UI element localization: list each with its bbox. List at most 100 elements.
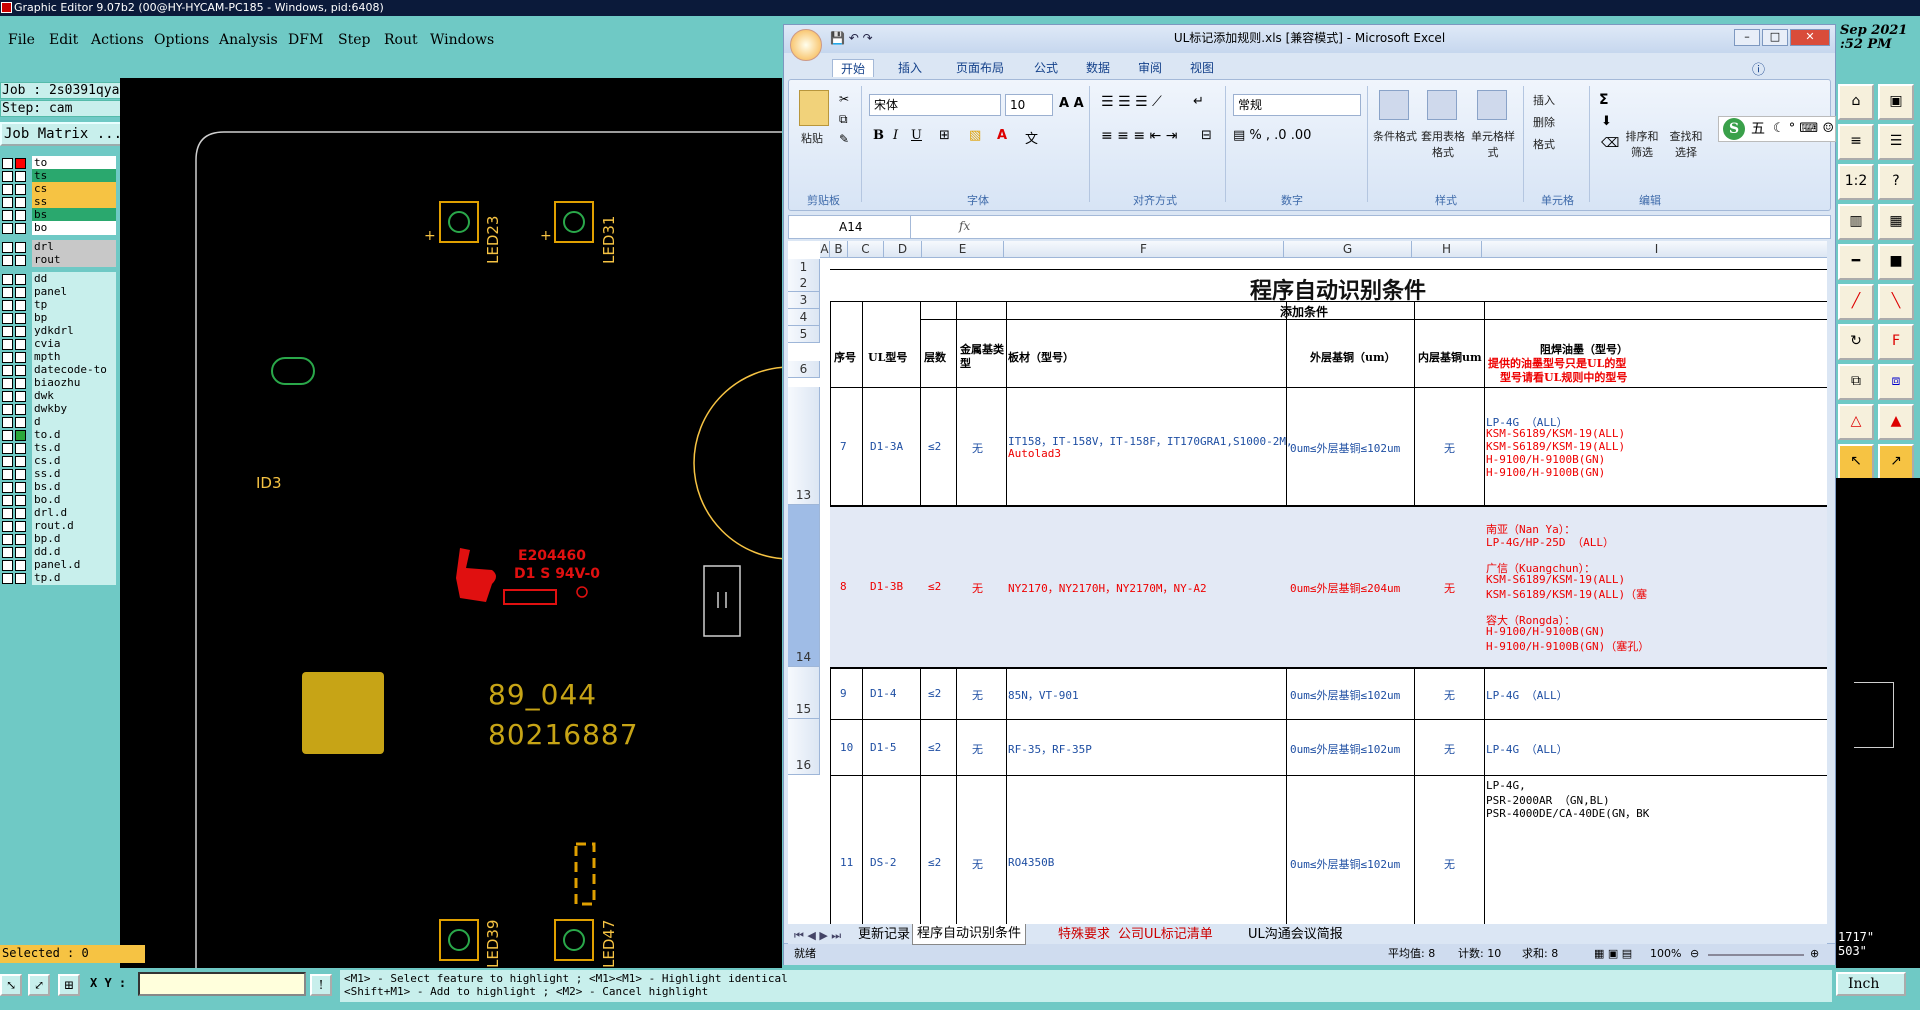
italic-icon[interactable]: I (893, 128, 898, 143)
tab-view[interactable]: 视图 (1190, 59, 1214, 76)
layer-color-swatch[interactable] (15, 242, 26, 253)
row-header[interactable]: 4 (788, 309, 820, 326)
unit-selector[interactable]: Inch (1836, 972, 1906, 996)
menu-edit[interactable]: Edit (49, 32, 78, 48)
phonetic-icon[interactable]: 文 (1025, 128, 1038, 147)
cell-outer[interactable]: 0um≤外层基铜≤102um (1290, 687, 1400, 703)
layer-color-swatch[interactable] (15, 365, 26, 376)
layer-row-ss-d[interactable]: ss.d (0, 467, 118, 481)
table-format-icon[interactable] (1427, 90, 1457, 120)
cell-inner[interactable]: 无 (1444, 741, 1455, 757)
table-format-label[interactable]: 套用表格格式 (1419, 128, 1467, 160)
layer-name[interactable]: ts.d (32, 441, 116, 455)
layer-row-to-d[interactable]: to.d (0, 428, 118, 442)
cell-board[interactable]: 85N，VT-901 (1008, 687, 1079, 703)
zoom-slider[interactable] (1708, 954, 1804, 956)
sheet-tab-changelog[interactable]: 更新记录 (858, 925, 910, 945)
cell-mask[interactable]: PSR-4000DE/CA-40DE(GN，BK (1486, 805, 1649, 821)
header-board[interactable]: 板材（型号） (1008, 351, 1074, 365)
layer-color-swatch[interactable] (15, 223, 26, 234)
clear-icon[interactable]: ⌫ (1601, 136, 1619, 151)
layer-checkbox[interactable] (2, 158, 13, 169)
ruler-icon[interactable]: ━ (1838, 244, 1874, 280)
cell-outer[interactable]: 0um≤外层基铜≤102um (1290, 440, 1400, 456)
layer-row-panel-d[interactable]: panel.d (0, 558, 118, 572)
row-header[interactable]: 3 (788, 292, 820, 309)
layer-row-bo[interactable]: bo (0, 221, 118, 235)
merge-icon[interactable]: ⊟ (1201, 128, 1212, 143)
layer-checkbox[interactable] (2, 326, 13, 337)
layer-checkbox[interactable] (2, 365, 13, 376)
header-outer[interactable]: 外层基铜（um） (1310, 351, 1396, 365)
border-icon[interactable]: ⊞ (939, 128, 950, 143)
insert-button[interactable]: 插入 (1533, 92, 1555, 108)
layer-name[interactable]: dwkby (32, 402, 116, 416)
menu-rout[interactable]: Rout (384, 32, 418, 48)
quick-access-icon[interactable]: 💾 ↶ ↷ (830, 25, 873, 51)
layer-checkbox[interactable] (2, 508, 13, 519)
layer-checkbox[interactable] (2, 391, 13, 402)
sheet-tab-special[interactable]: 特殊要求 (1058, 925, 1110, 945)
menu-file[interactable]: File (8, 32, 35, 48)
cond-format-icon[interactable] (1379, 90, 1409, 120)
layer-checkbox[interactable] (2, 534, 13, 545)
layer-name[interactable]: rout (32, 253, 116, 267)
cell-metal[interactable]: 无 (972, 741, 983, 757)
layer-checkbox[interactable] (2, 404, 13, 415)
layer-name[interactable]: tp.d (32, 571, 116, 585)
bold-icon[interactable]: B (873, 128, 884, 143)
layer-name[interactable]: bp.d (32, 532, 116, 546)
cell-metal[interactable]: 无 (972, 687, 983, 703)
cell-seq[interactable]: 10 (840, 741, 853, 754)
layer-color-swatch[interactable] (15, 417, 26, 428)
layer-row-dwkby[interactable]: dwkby (0, 402, 118, 416)
layer-name[interactable]: ss.d (32, 467, 116, 481)
xy-input[interactable] (138, 972, 306, 996)
triangle2-icon[interactable]: ▲ (1878, 404, 1914, 440)
ime-tools-icon[interactable]: ☾ ° ⌨ ☺ (1773, 117, 1834, 141)
close-button[interactable]: ✕ (1790, 29, 1830, 46)
worksheet-grid[interactable]: A B C D E F G H I 1 2 3 4 5 6 程序自动识别条件 添加条件 序号 UL型号 层数 金属基类型… (788, 241, 1827, 949)
row-header[interactable]: 15 (788, 667, 820, 719)
cell-style-icon[interactable] (1477, 90, 1507, 120)
layer-row-drl[interactable]: drl (0, 240, 118, 254)
cell-layers[interactable]: ≤2 (928, 741, 941, 754)
cell-seq[interactable]: 9 (840, 687, 847, 700)
layer-name[interactable]: rout.d (32, 519, 116, 533)
layer-color-swatch[interactable] (15, 404, 26, 415)
layer-checkbox[interactable] (2, 313, 13, 324)
layer-checkbox[interactable] (2, 560, 13, 571)
layer-row-ts[interactable]: ts (0, 169, 118, 183)
minimize-button[interactable]: – (1734, 29, 1760, 46)
formula-input[interactable] (979, 216, 1829, 238)
align-left-icon[interactable]: ≡ ≡ ≡ ⇤ ⇥ (1101, 128, 1177, 144)
layer-checkbox[interactable] (2, 430, 13, 441)
cell-mask[interactable]: KSM-S6189/KSM-19(ALL)（塞 (1486, 586, 1647, 602)
drill-icon[interactable]: ▥ (1838, 204, 1874, 240)
cell-mask[interactable]: KSM-S6189/KSM-19(ALL) (1486, 427, 1625, 440)
layer-row-tp[interactable]: tp (0, 298, 118, 312)
ratio-icon[interactable]: 1:2 (1838, 164, 1874, 200)
layer-color-swatch[interactable] (15, 171, 26, 182)
layer-name[interactable]: dd (32, 272, 116, 286)
row-header[interactable]: 13 (788, 387, 820, 505)
layer-row-ydkdrl[interactable]: ydkdrl (0, 324, 118, 338)
layer-name[interactable]: bo.d (32, 493, 116, 507)
cell-mask[interactable]: LP-4G/HP-25D （ALL） (1486, 534, 1614, 550)
sheet-tab-ul-list[interactable]: 公司UL标记清单 (1118, 925, 1213, 945)
column-header[interactable]: H (1412, 241, 1482, 258)
zoom-in-icon[interactable]: ⊕ (1810, 944, 1819, 964)
tab-formulas[interactable]: 公式 (1034, 59, 1058, 76)
pcb-canvas[interactable]: + + LED23 LED31 ID3 E204460 D1 S 94V-0 8… (120, 78, 782, 968)
sort-filter-label[interactable]: 排序和筛选 (1621, 128, 1663, 160)
layer-checkbox[interactable] (2, 547, 13, 558)
cell-ul[interactable]: DS-2 (870, 856, 897, 869)
cell-seq[interactable]: 11 (840, 856, 853, 869)
layer-name[interactable]: bs (32, 208, 116, 222)
copy-icon[interactable]: ⧉ (1838, 364, 1874, 400)
name-box[interactable]: A14 (789, 216, 911, 238)
layer-color-swatch[interactable] (15, 300, 26, 311)
layer-name[interactable]: tp (32, 298, 116, 312)
layer-name[interactable]: cvia (32, 337, 116, 351)
list-icon[interactable]: ≡ (1838, 124, 1874, 160)
